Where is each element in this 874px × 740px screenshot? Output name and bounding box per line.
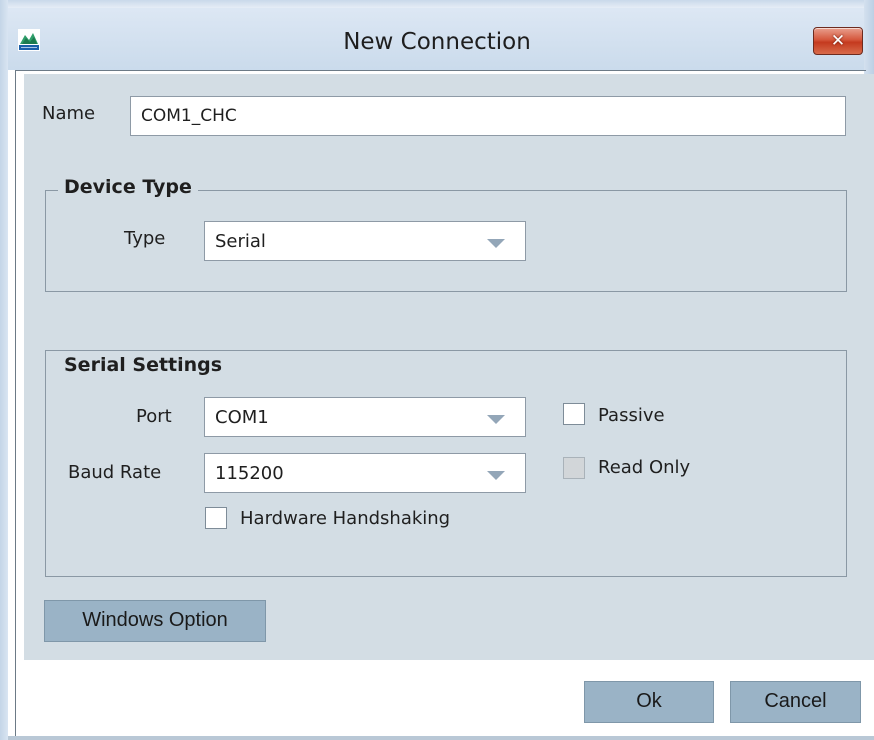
chevron-down-icon (487, 471, 505, 480)
read-only-checkbox[interactable] (563, 457, 585, 479)
cancel-button[interactable]: Cancel (730, 681, 861, 723)
window-frame-edge (0, 0, 874, 8)
window-frame-left (0, 0, 8, 740)
passive-checkbox[interactable] (563, 403, 585, 425)
title-bar[interactable]: New Connection ✕ (0, 8, 874, 70)
read-only-label: Read Only (598, 457, 691, 478)
device-type-legend: Device Type (58, 176, 198, 198)
chevron-down-icon (487, 415, 505, 424)
port-dropdown-value: COM1 (215, 407, 269, 428)
passive-label: Passive (598, 405, 665, 426)
baud-rate-dropdown[interactable]: 115200 (204, 453, 526, 493)
baud-rate-dropdown-value: 115200 (215, 463, 284, 484)
serial-settings-legend: Serial Settings (58, 354, 229, 376)
close-button[interactable]: ✕ (813, 27, 863, 55)
window-frame-bottom (8, 736, 874, 740)
baud-rate-label: Baud Rate (68, 462, 162, 483)
port-label: Port (136, 406, 172, 427)
hardware-handshaking-label: Hardware Handshaking (240, 508, 451, 529)
type-dropdown-value: Serial (215, 231, 266, 252)
close-icon: ✕ (830, 30, 846, 51)
window-title: New Connection (343, 29, 531, 55)
port-dropdown[interactable]: COM1 (204, 397, 526, 437)
new-connection-dialog: New Connection ✕ Name COM1_CHC Device Ty… (0, 0, 874, 740)
type-dropdown[interactable]: Serial (204, 221, 526, 261)
chevron-down-icon (487, 239, 505, 248)
hardware-handshaking-checkbox[interactable] (205, 507, 227, 529)
windows-option-button[interactable]: Windows Option (44, 600, 266, 642)
type-label: Type (124, 228, 166, 249)
name-input[interactable]: COM1_CHC (130, 96, 846, 136)
ok-button[interactable]: Ok (584, 681, 714, 723)
name-label: Name (42, 103, 96, 124)
